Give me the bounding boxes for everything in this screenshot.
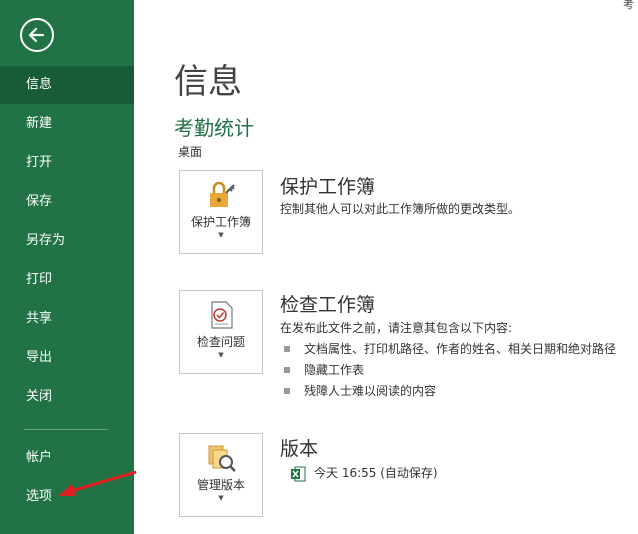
versions-section-title: 版本 — [280, 438, 319, 460]
annotation-arrow-icon — [58, 470, 137, 496]
sidebar-item-open[interactable]: 打开 — [0, 144, 134, 182]
chevron-down-icon: ▼ — [218, 494, 224, 502]
chevron-down-icon: ▼ — [218, 231, 224, 239]
manage-versions-button[interactable]: 管理版本 ▼ — [179, 433, 263, 517]
lock-key-icon — [210, 181, 235, 207]
protect-section-desc: 控制其他人可以对此工作簿所做的更改类型。 — [280, 202, 521, 216]
list-item: 残障人士难以阅读的内容 — [284, 382, 436, 399]
sidebar-item-save-as[interactable]: 另存为 — [0, 222, 134, 260]
sidebar-item-info[interactable]: 信息 — [0, 66, 134, 104]
inspect-section-title: 检查工作簿 — [280, 294, 376, 316]
check-issues-button[interactable]: 检查问题 ▼ — [179, 290, 263, 374]
sidebar-item-share[interactable]: 共享 — [0, 300, 134, 338]
bullet-icon — [284, 366, 290, 373]
list-item-text: 文档属性、打印机路径、作者的姓名、相关日期和绝对路径 — [304, 342, 617, 356]
sidebar-item-export[interactable]: 导出 — [0, 339, 134, 377]
list-item: 隐藏工作表 — [284, 361, 364, 378]
sidebar-item-close[interactable]: 关闭 — [0, 378, 134, 416]
window-corner-text: 考 — [623, 0, 634, 11]
protect-workbook-button-label: 保护工作簿 — [190, 215, 251, 229]
document-location[interactable]: 桌面 — [178, 143, 202, 160]
backstage-sidebar: 信息 新建 打开 保存 另存为 打印 共享 导出 关闭 帐户 选项 — [0, 0, 134, 534]
protect-section-title: 保护工作簿 — [280, 176, 376, 198]
inspect-document-icon — [211, 301, 233, 329]
chevron-down-icon: ▼ — [218, 351, 224, 359]
bullet-icon — [284, 387, 290, 394]
protect-workbook-button[interactable]: 保护工作簿 ▼ — [179, 170, 263, 254]
sidebar-item-save[interactable]: 保存 — [0, 183, 134, 221]
inspect-section-desc: 在发布此文件之前，请注意其包含以下内容: — [280, 321, 513, 335]
sidebar-item-new[interactable]: 新建 — [0, 105, 134, 143]
list-item: 文档属性、打印机路径、作者的姓名、相关日期和绝对路径 — [284, 340, 616, 357]
back-arrow-icon — [28, 27, 45, 43]
sidebar-divider — [24, 429, 108, 430]
bullet-icon — [284, 345, 290, 352]
sidebar-item-print[interactable]: 打印 — [0, 261, 134, 299]
document-name: 考勤统计 — [174, 116, 254, 140]
back-button[interactable] — [20, 18, 54, 52]
excel-file-icon — [291, 466, 306, 481]
list-item-text: 隐藏工作表 — [304, 363, 365, 377]
manage-versions-icon — [208, 445, 236, 472]
version-entry-text: 今天 16:55 (自动保存) — [314, 466, 438, 480]
info-panel: 考 信息 考勤统计 桌面 保护工作簿 ▼ 保护工作簿 控制其他人可以对此工作簿所… — [134, 0, 638, 534]
manage-versions-button-label: 管理版本 — [196, 478, 245, 492]
check-issues-button-label: 检查问题 — [196, 335, 245, 349]
list-item-text: 残障人士难以阅读的内容 — [304, 384, 437, 398]
page-title: 信息 — [174, 62, 242, 102]
version-entry[interactable]: 今天 16:55 (自动保存) — [290, 464, 438, 482]
